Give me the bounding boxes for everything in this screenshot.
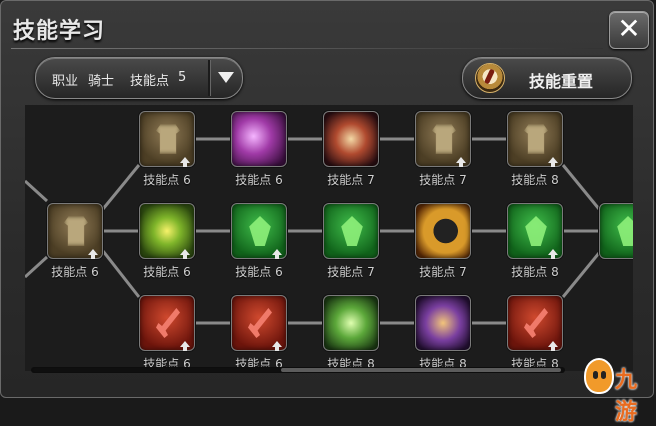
class-name: 骑士: [88, 74, 115, 89]
skill-cost: 技能点 8: [511, 265, 559, 279]
skill-learning-window: 技能学习 ✕ 职业 骑士 技能点 5 技能重置 技能点 6 技能点 6 技能点 …: [0, 0, 654, 398]
skill-node-n14[interactable]: [323, 295, 379, 351]
upgrade-arrow-icon: [180, 341, 190, 351]
reset-potion-icon: [475, 63, 505, 93]
skill-node-n3[interactable]: [323, 111, 379, 167]
armor-icon: [64, 216, 88, 246]
dropdown-divider: [208, 60, 211, 96]
upgrade-arrow-icon: [272, 249, 282, 259]
skill-node-n15[interactable]: [415, 295, 471, 351]
watermark-mascot-icon: [584, 358, 614, 394]
class-dropdown[interactable]: 职业 骑士 技能点 5: [35, 57, 243, 99]
upgrade-arrow-icon: [456, 157, 466, 167]
leaf-icon: [525, 216, 547, 246]
watermark-logo: 九游: [584, 356, 654, 425]
skill-tree: 技能点 6 技能点 6 技能点 6 技能点 7 技能点 7 技能点 8 技能点 …: [25, 105, 633, 371]
skill-node-n11[interactable]: [599, 203, 633, 259]
skill-reset-label: 技能重置: [529, 72, 594, 91]
skill-node-n2[interactable]: [231, 111, 287, 167]
watermark-text: 九游: [615, 368, 638, 425]
skill-node-n7[interactable]: [231, 203, 287, 259]
leaf-icon: [341, 216, 363, 246]
armor-icon: [524, 124, 548, 154]
skill-cost: 技能点 7: [419, 173, 467, 187]
skill-cost: 技能点 6: [235, 265, 283, 279]
skill-cost: 技能点 6: [51, 265, 99, 279]
title-divider: [11, 48, 603, 49]
upgrade-arrow-icon: [88, 249, 98, 259]
upgrade-arrow-icon: [548, 249, 558, 259]
skill-cost: 技能点 6: [143, 265, 191, 279]
skill-cost: 技能点 8: [511, 173, 559, 187]
leaf-icon: [617, 216, 633, 246]
skill-node-n8[interactable]: [323, 203, 379, 259]
scrollbar-track-left: [33, 368, 281, 372]
skill-node-n1[interactable]: [139, 111, 195, 167]
connector-line: [25, 179, 49, 203]
skill-reset-button[interactable]: 技能重置: [462, 57, 632, 99]
skill-node-n16[interactable]: [507, 295, 563, 351]
upgrade-arrow-icon: [180, 249, 190, 259]
skill-cost: 技能点 7: [327, 265, 375, 279]
armor-icon: [156, 124, 180, 154]
armor-icon: [432, 124, 456, 154]
skill-node-n6[interactable]: [139, 203, 195, 259]
skill-cost: 技能点 7: [327, 173, 375, 187]
class-label: 职业: [52, 74, 79, 89]
sword-icon: [524, 308, 548, 338]
close-button[interactable]: ✕: [609, 11, 649, 49]
skill-points-label: 技能点: [130, 74, 170, 89]
skill-points-value: 5: [178, 70, 187, 85]
skill-cost: 技能点 6: [143, 173, 191, 187]
upgrade-arrow-icon: [272, 341, 282, 351]
skill-node-n13[interactable]: [231, 295, 287, 351]
leaf-icon: [249, 216, 271, 246]
scrollbar-thumb[interactable]: [281, 368, 561, 372]
skill-node-n0[interactable]: [47, 203, 103, 259]
skill-node-n12[interactable]: [139, 295, 195, 351]
skill-node-n9[interactable]: [415, 203, 471, 259]
upgrade-arrow-icon: [548, 341, 558, 351]
skill-cost: 技能点 6: [235, 173, 283, 187]
sword-icon: [156, 308, 180, 338]
window-title: 技能学习: [13, 19, 106, 44]
upgrade-arrow-icon: [548, 157, 558, 167]
horizontal-scrollbar[interactable]: [31, 367, 565, 373]
skill-node-n4[interactable]: [415, 111, 471, 167]
skill-node-n5[interactable]: [507, 111, 563, 167]
dropdown-arrow-icon[interactable]: [218, 72, 234, 83]
sword-icon: [248, 308, 272, 338]
upgrade-arrow-icon: [180, 157, 190, 167]
skill-node-n10[interactable]: [507, 203, 563, 259]
skill-cost: 技能点 7: [419, 265, 467, 279]
